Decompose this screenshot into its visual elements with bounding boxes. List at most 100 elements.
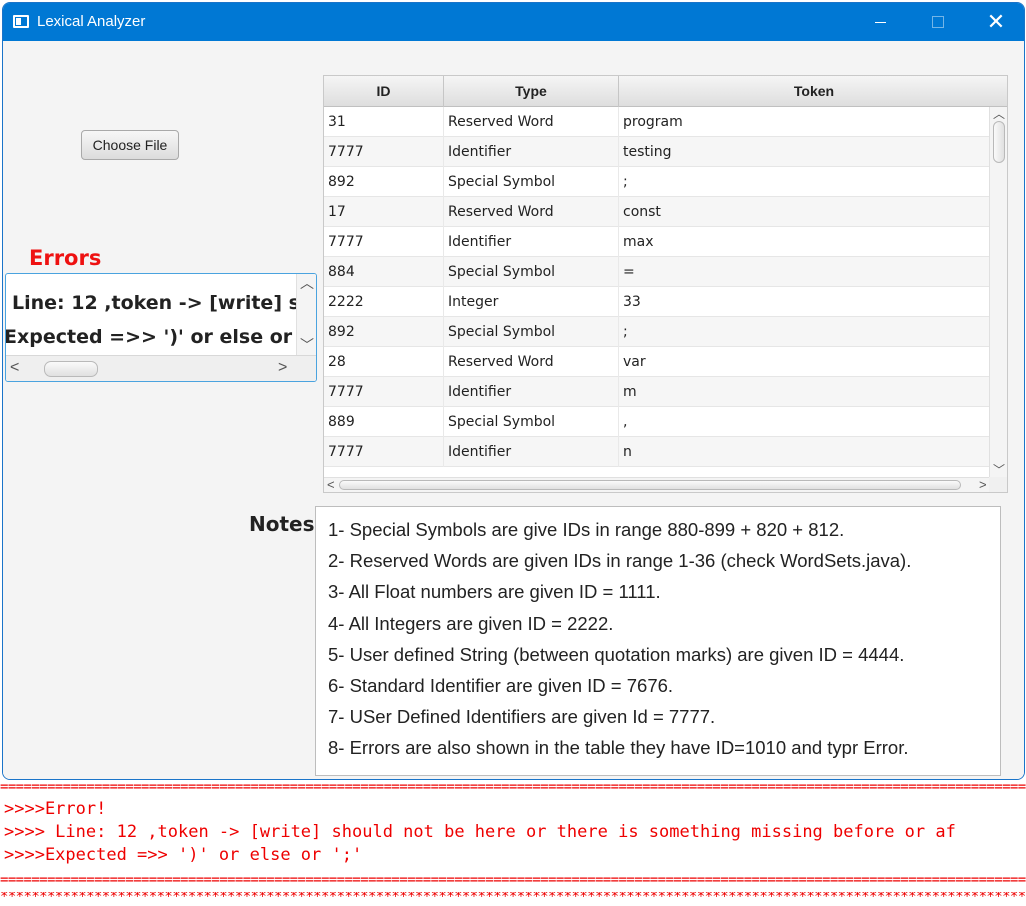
table-row[interactable]: 884 Special Symbol = [324,257,990,287]
table-horizontal-scrollbar[interactable]: < > [324,477,1007,492]
table-vertical-thumb[interactable] [993,121,1005,163]
column-header-token[interactable]: Token [619,76,1007,107]
maximize-button[interactable] [909,3,967,41]
cell-token: m [623,384,637,400]
cell-token: ; [623,324,628,340]
note-line: 3- All Float numbers are given ID = 1111… [328,581,661,603]
table-row[interactable]: 889 Special Symbol, [324,407,990,437]
cell-id: 28 [324,347,444,377]
cell-id: 889 [324,407,444,437]
cell-token: testing [623,144,672,160]
close-button[interactable]: ✕ [967,3,1024,41]
table-row[interactable]: 2222 Integer 33 [324,287,990,317]
cell-type: Identifier [444,437,619,467]
cell-type: Identifier [444,377,619,407]
scroll-right-icon[interactable]: > [979,478,987,492]
console-output: ========================================… [0,780,1026,906]
cell-id: 2222 [324,287,444,317]
note-line: 5- User defined String (between quotatio… [328,643,905,665]
errors-scroll-thumb[interactable] [44,361,98,377]
main-content: Choose File Errors Line: 12 ,token -> [w… [3,41,1024,779]
title-bar[interactable]: Lexical Analyzer ✕ [3,3,1024,41]
note-line: 7- USer Defined Identifiers are given Id… [328,706,716,728]
cell-token: const [623,204,661,220]
table-row[interactable]: 7777 Identifier n [324,437,990,467]
console-rule: ****************************************… [0,892,1026,902]
minimize-button[interactable] [851,3,909,41]
errors-horizontal-scrollbar[interactable]: < > [6,355,316,381]
cell-id: 31 [324,107,444,137]
notes-label: Notes [249,512,315,536]
table-row[interactable]: 17 Reserved Word const [324,197,990,227]
cell-id: 17 [324,197,444,227]
console-line: >>>> Line: 12 ,token -> [write] should n… [4,822,956,842]
table-row[interactable]: 28 Reserved Word var [324,347,990,377]
cell-token: 33 [623,294,641,310]
errors-text: Line: 12 ,token -> [write] s Expected =>… [6,286,296,354]
cell-type: Reserved Word [444,347,619,377]
cell-type: Reserved Word [444,197,619,227]
note-line: 8- Errors are also shown in the table th… [328,737,909,759]
app-window: Lexical Analyzer ✕ Choose File Errors Li… [2,2,1025,780]
screen: Lexical Analyzer ✕ Choose File Errors Li… [0,0,1026,906]
cell-type: Special Symbol [444,257,619,287]
scroll-up-icon[interactable]: ︿ [993,107,1005,121]
scroll-left-icon[interactable]: < [10,360,19,376]
window-title: Lexical Analyzer [37,13,146,30]
errors-vertical-scrollbar[interactable]: ︿ ﹀ [296,274,316,356]
column-header-id[interactable]: ID [324,76,444,107]
scrollbar-corner [989,477,1007,492]
error-line: Line: 12 ,token -> [write] s [12,292,296,314]
note-line: 1- Special Symbols are give IDs in range… [328,519,845,540]
app-window-icon [13,15,29,28]
cell-id: 884 [324,257,444,287]
cell-id: 7777 [324,227,444,257]
cell-id: 7777 [324,377,444,407]
cell-token: , [623,414,628,430]
column-header-type[interactable]: Type [444,76,619,107]
choose-file-button[interactable]: Choose File [81,130,179,160]
cell-token: var [623,354,646,370]
note-line: 2- Reserved Words are given IDs in range… [328,550,912,572]
table-row[interactable]: 7777 Identifier m [324,377,990,407]
table-vertical-scrollbar[interactable]: ︿ ﹀ [989,107,1007,479]
cell-id: 892 [324,317,444,347]
error-line: Expected =>> ')' or else or [6,326,293,348]
cell-id: 7777 [324,437,444,467]
scroll-down-icon[interactable]: ﹀ [993,463,1005,477]
cell-type: Identifier [444,227,619,257]
close-icon: ✕ [986,9,1006,34]
table-row[interactable]: 7777 Identifier testing [324,137,990,167]
scroll-left-icon[interactable]: < [327,478,335,492]
console-rule: ========================================… [0,782,1026,792]
scroll-down-icon[interactable]: ﹀ [300,338,314,352]
cell-type: Integer [444,287,619,317]
tokens-table[interactable]: ID Type Token 31 Reserved Word program 777… [323,75,1008,493]
cell-type: Identifier [444,137,619,167]
cell-token: program [623,114,683,130]
cell-type: Special Symbol [444,317,619,347]
console-rule: ========================================… [0,875,1026,885]
console-line: >>>>Error! [4,799,107,819]
table-row[interactable]: 7777 Identifier max [324,227,990,257]
console-line: >>>>Expected =>> ')' or else or ';' [4,845,363,865]
scroll-right-icon[interactable]: > [278,360,287,376]
table-row[interactable]: 892 Special Symbol; [324,167,990,197]
cell-token: n [623,444,632,460]
cell-token: max [623,234,654,250]
notes-text-area[interactable]: 1- Special Symbols are give IDs in range… [315,506,1001,776]
cell-id: 892 [324,167,444,197]
table-header: ID Type Token [324,76,1007,107]
cell-type: Special Symbol [444,167,619,197]
cell-type: Special Symbol [444,407,619,437]
cell-token: = [623,264,635,280]
cell-token: ; [623,174,628,190]
errors-text-area[interactable]: Line: 12 ,token -> [write] s Expected =>… [5,273,317,382]
errors-label: Errors [29,246,102,270]
scroll-up-icon[interactable]: ︿ [300,276,314,290]
table-row[interactable]: 892 Special Symbol; [324,317,990,347]
cell-type: Reserved Word [444,107,619,137]
table-horizontal-thumb[interactable] [339,480,961,490]
table-row[interactable]: 31 Reserved Word program [324,107,990,137]
table-body: 31 Reserved Word program 7777 Identifier tes… [324,107,990,479]
